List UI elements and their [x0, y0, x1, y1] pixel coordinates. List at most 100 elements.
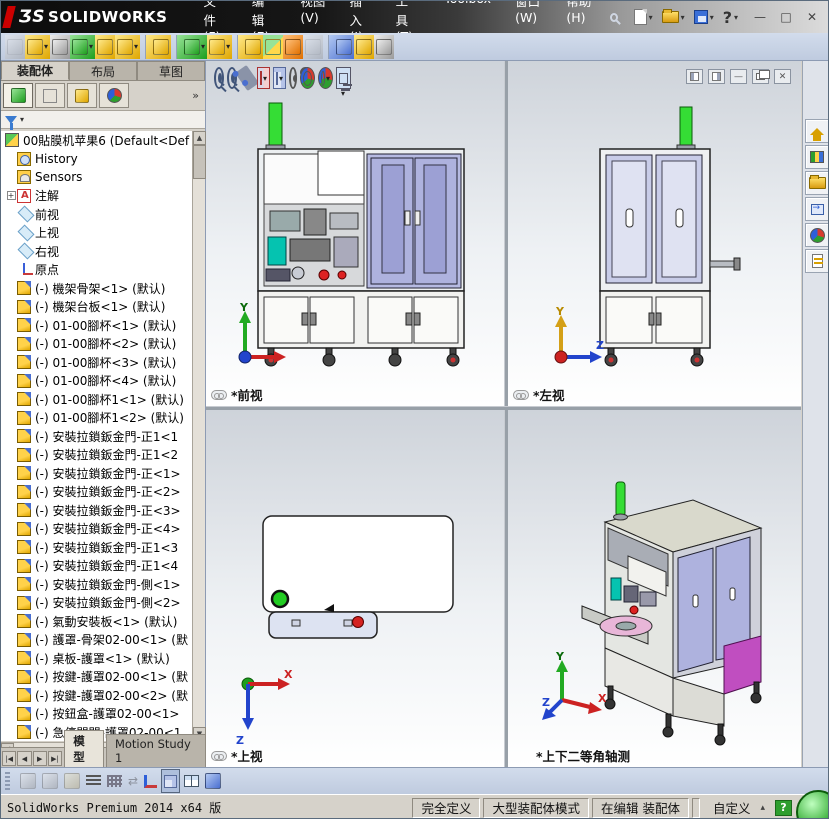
assembly-features[interactable] — [176, 34, 208, 59]
solidworks-resources-tab[interactable] — [805, 119, 828, 143]
3d-drawing-view-button[interactable] — [161, 769, 181, 793]
tree-item-component[interactable]: + (-) 機架台板<1> (默认) — [1, 298, 193, 317]
command-tab[interactable]: 布局 — [69, 61, 137, 80]
help-button[interactable]: ? ▾ — [721, 6, 740, 29]
tree-item-component[interactable]: + (-) 01-00腳杯<3> (默认) — [1, 353, 193, 372]
tree-item-top-plane[interactable]: + 上视 — [1, 224, 193, 243]
screen-capture[interactable] — [374, 34, 395, 59]
toolbar-grip[interactable] — [5, 772, 10, 790]
viewport-front[interactable]: Y *前视 — [206, 61, 504, 406]
edit-appearance[interactable] — [300, 67, 315, 89]
doc-minimize-button[interactable]: — — [730, 69, 747, 84]
file-explorer-tab[interactable] — [805, 171, 828, 195]
panel-overflow-chevron[interactable]: » — [192, 89, 203, 102]
viewport-top[interactable]: X Z *上视 — [206, 410, 504, 767]
tree-item-history[interactable]: + History — [1, 150, 193, 169]
expand-toggle[interactable]: + — [6, 191, 16, 201]
section-view[interactable] — [257, 67, 270, 89]
tree-item-component[interactable]: + (-) 安裝拉鎖鈑金門-正1<1 — [1, 427, 193, 446]
feature-manager-tab-button[interactable] — [3, 83, 33, 108]
tree-item-component[interactable]: + (-) 01-00腳杯<4> (默认) — [1, 372, 193, 391]
tree-item-front-plane[interactable]: + 前视 — [1, 205, 193, 224]
filter-funnel-icon[interactable] — [5, 115, 17, 130]
open-document-button[interactable]: ▾ — [660, 9, 687, 25]
customize-arrow-icon[interactable]: ▴ — [760, 803, 765, 813]
tab-nav-prev-button[interactable]: ◀ — [17, 751, 32, 766]
exploded-view[interactable] — [237, 34, 264, 59]
attachment[interactable] — [50, 34, 71, 59]
tree-item-component[interactable]: + (-) 安裝拉鎖鈑金門-正1<2 — [1, 446, 193, 465]
photo-view-button[interactable] — [203, 769, 223, 793]
tree-vertical-scrollbar[interactable]: ▲ ▼ — [192, 131, 206, 741]
view-palette-tab[interactable] — [805, 197, 828, 221]
section-properties-button[interactable] — [40, 769, 60, 793]
view-orientation[interactable] — [273, 67, 286, 89]
tree-item-component[interactable]: + (-) 護罩-骨架02-00<1> (默 — [1, 631, 193, 650]
search-icon[interactable] — [609, 12, 618, 22]
tree-item-origin[interactable]: + 原点 — [1, 261, 193, 280]
open-document[interactable] — [25, 34, 51, 59]
grid-settings-button[interactable] — [105, 769, 124, 793]
tab-nav-last-button[interactable]: ▶| — [47, 751, 63, 766]
new-motion-study[interactable] — [283, 34, 304, 59]
quick-tips-help-button[interactable]: ? — [775, 799, 792, 816]
new-document-button[interactable]: ▾ — [632, 7, 655, 27]
large-assembly-warning[interactable] — [354, 34, 375, 59]
instant3d[interactable] — [303, 34, 324, 59]
tree-item-component[interactable]: + (-) 按鍵-護罩02-00<1> (默 — [1, 668, 193, 687]
save-button[interactable]: ▾ — [692, 8, 716, 26]
horizontal-splitter[interactable] — [206, 406, 801, 410]
measure-button[interactable] — [62, 769, 82, 793]
minimize-button[interactable]: — — [750, 8, 770, 26]
tree-item-component[interactable]: + (-) 安裝拉鎖鈑金門-側<1> — [1, 575, 193, 594]
tree-item-component[interactable]: + (-) 安裝拉鎖鈑金門-正1<3 — [1, 538, 193, 557]
tree-item-component[interactable]: + (-) 氣動安裝板<1> (默认) — [1, 612, 193, 631]
insert-components[interactable] — [5, 34, 25, 59]
tree-item-component[interactable]: + (-) 按鍵-護罩02-00<2> (默 — [1, 686, 193, 705]
tree-item-component[interactable]: + (-) 安裝拉鎖鈑金門-正<1> — [1, 464, 193, 483]
coordinate-system-button[interactable] — [142, 769, 159, 793]
tab-model[interactable]: 模型 — [64, 730, 104, 767]
tree-item-component[interactable]: + (-) 安裝拉鎖鈑金門-正1<4 — [1, 557, 193, 576]
tree-item-component[interactable]: + (-) 01-00腳杯<1> (默认) — [1, 316, 193, 335]
view-settings[interactable] — [336, 67, 352, 91]
tree-item-component[interactable]: + (-) 機架骨架<1> (默认) — [1, 279, 193, 298]
tab-motion-study[interactable]: Motion Study 1 — [105, 734, 207, 767]
smart-fasteners[interactable] — [145, 34, 172, 59]
custom-properties-tab[interactable] — [805, 249, 828, 273]
status-customize[interactable]: 自定义 ▴ — [703, 798, 775, 817]
tab-nav-first-button[interactable]: |◀ — [2, 751, 17, 766]
appearances-scenes-tab[interactable] — [805, 223, 828, 247]
mate[interactable] — [70, 34, 96, 59]
doc-restore-button[interactable] — [752, 69, 770, 84]
pane-right-button[interactable] — [708, 69, 725, 84]
line-format-button[interactable] — [84, 769, 103, 793]
swap-arrows-button[interactable]: ⇄ — [126, 769, 140, 793]
table-button[interactable] — [182, 769, 201, 793]
scrollbar-thumb[interactable] — [193, 145, 206, 179]
appearance-manager-tab-button[interactable] — [99, 83, 129, 108]
tree-item-component[interactable]: + (-) 安裝拉鎖鈑金門-正<4> — [1, 520, 193, 539]
rotate-component[interactable] — [115, 34, 141, 59]
mass-properties-button[interactable] — [18, 769, 38, 793]
maximize-button[interactable]: □ — [776, 8, 796, 26]
configuration-manager-tab-button[interactable] — [67, 83, 97, 108]
doc-close-button[interactable]: ✕ — [774, 69, 791, 84]
interference-detection[interactable] — [263, 34, 284, 59]
property-manager-tab-button[interactable] — [35, 83, 65, 108]
tab-nav-next-button[interactable]: ▶ — [32, 751, 47, 766]
scroll-up-button[interactable]: ▲ — [193, 131, 206, 145]
close-button[interactable]: ✕ — [802, 8, 822, 26]
tree-root[interactable]: 00貼膜机苹果6 (Default<Def — [1, 131, 193, 150]
pane-left-button[interactable] — [686, 69, 703, 84]
tree-item-component[interactable]: + (-) 安裝拉鎖鈑金門-側<2> — [1, 594, 193, 613]
tree-item-right-plane[interactable]: + 右视 — [1, 242, 193, 261]
tree-item-component[interactable]: + (-) 01-00腳杯1<1> (默认) — [1, 390, 193, 409]
tree-item-component[interactable]: + (-) 安裝拉鎖鈑金門-正<3> — [1, 501, 193, 520]
design-library-tab[interactable] — [805, 145, 828, 169]
zoom-to-fit[interactable] — [214, 67, 224, 89]
tree-item-annotations[interactable]: + 注解 — [1, 187, 193, 206]
command-tab[interactable]: 装配体 — [1, 61, 69, 80]
tree-item-component[interactable]: + (-) 按鈕盒-護罩02-00<1> — [1, 705, 193, 724]
curve-arrow[interactable] — [328, 34, 355, 59]
